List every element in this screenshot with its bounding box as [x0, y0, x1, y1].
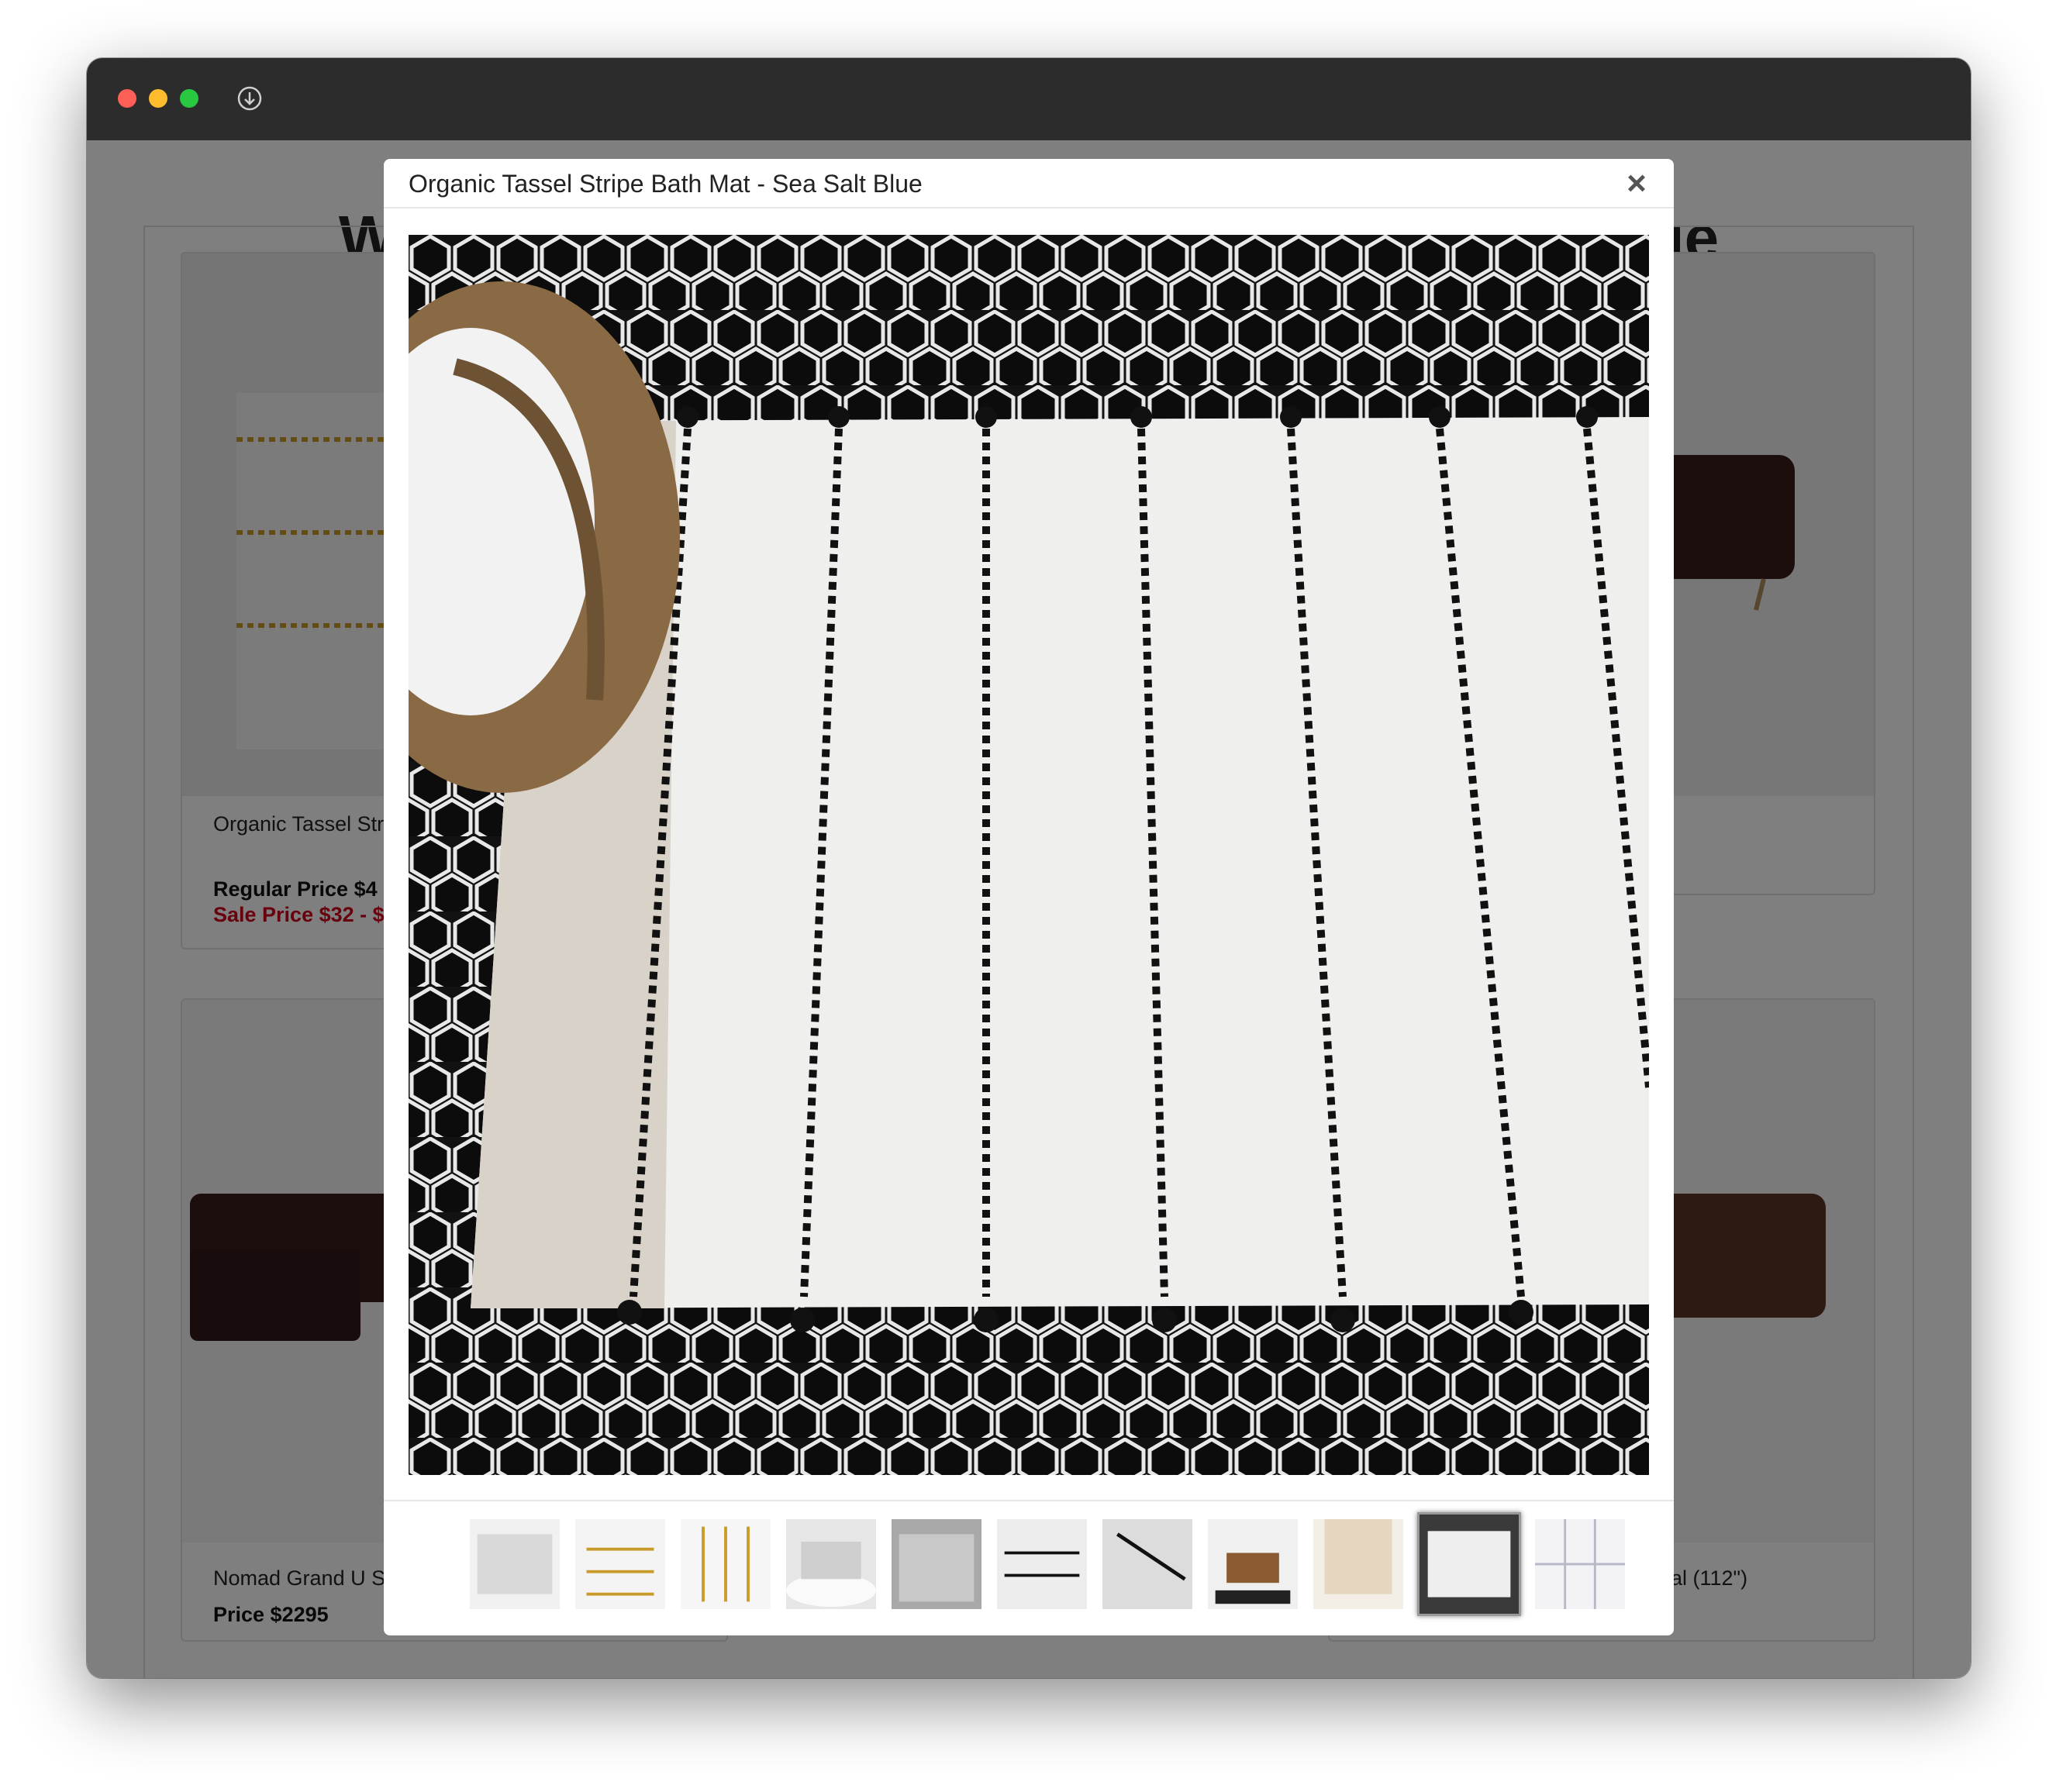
- download-icon[interactable]: [236, 85, 263, 112]
- bathtub-mat-thumb-icon: [786, 1519, 876, 1609]
- vanity-room-thumb-icon: [1208, 1519, 1298, 1609]
- zoom-window-button[interactable]: [180, 89, 198, 108]
- modal-title: Organic Tassel Stripe Bath Mat - Sea Sal…: [409, 170, 923, 198]
- mat-black-tile-thumb-icon: [1420, 1515, 1519, 1614]
- thumbnail-2[interactable]: [574, 1518, 667, 1611]
- close-window-button[interactable]: [118, 89, 136, 108]
- thumbnail-7[interactable]: [1101, 1518, 1194, 1611]
- thumbnail-4[interactable]: [785, 1518, 878, 1611]
- mat-tassel-thumb-icon: [575, 1519, 665, 1609]
- shower-curtain-thumb-icon: [1313, 1519, 1403, 1609]
- mat-tassel-gold-thumb-icon: [681, 1519, 771, 1609]
- modal-header: Organic Tassel Stripe Bath Mat - Sea Sal…: [384, 159, 1674, 208]
- mat-stripe-edge-thumb-icon: [1102, 1519, 1192, 1609]
- thumbnail-10[interactable]: [1417, 1512, 1521, 1616]
- image-gallery-modal: Organic Tassel Stripe Bath Mat - Sea Sal…: [384, 159, 1674, 1635]
- thumbnail-5[interactable]: [890, 1518, 983, 1611]
- thumbnail-8[interactable]: [1206, 1518, 1299, 1611]
- main-product-image[interactable]: [409, 235, 1649, 1475]
- mat-texture-thumb-icon: [892, 1519, 981, 1609]
- thumbnail-3[interactable]: [679, 1518, 772, 1611]
- close-button[interactable]: ×: [1621, 167, 1652, 201]
- thumbnail-9[interactable]: [1312, 1518, 1405, 1611]
- thumbnail-6[interactable]: [995, 1518, 1088, 1611]
- title-bar: [87, 58, 1971, 140]
- mat-grey-thumb-icon: [470, 1519, 560, 1609]
- curtain-plaid-thumb-icon: [1535, 1519, 1625, 1609]
- thumbnail-strip: [384, 1500, 1674, 1635]
- minimize-window-button[interactable]: [149, 89, 167, 108]
- browser-window: Williams Sonoma Quality Challenge: Top V…: [87, 58, 1971, 1678]
- mat-black-stripe-thumb-icon: [997, 1519, 1087, 1609]
- thumbnail-1[interactable]: [468, 1518, 561, 1611]
- bath-mat-on-tile-image: [409, 235, 1649, 1475]
- thumbnail-11[interactable]: [1533, 1518, 1627, 1611]
